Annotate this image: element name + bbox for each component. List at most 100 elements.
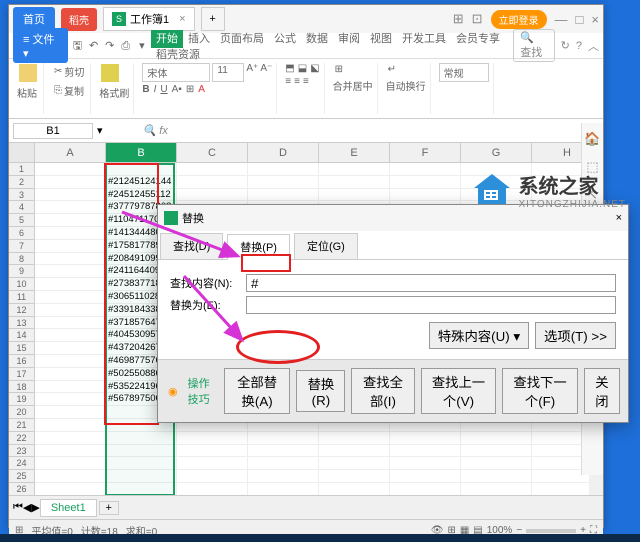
cell[interactable] bbox=[35, 419, 106, 432]
login-button[interactable]: 立即登录 bbox=[491, 10, 547, 29]
row-header[interactable]: 1 bbox=[9, 163, 35, 176]
cell[interactable] bbox=[35, 227, 106, 240]
cell[interactable]: #24512455112 bbox=[106, 189, 177, 202]
align-center-icon[interactable]: ≡ bbox=[294, 76, 300, 87]
cell[interactable] bbox=[390, 445, 461, 458]
cell[interactable] bbox=[177, 457, 248, 470]
menu-tab-4[interactable]: 数据 bbox=[301, 30, 333, 48]
cell[interactable] bbox=[319, 457, 390, 470]
format-painter-button[interactable] bbox=[99, 63, 129, 83]
side-cursor-icon[interactable]: ↖ bbox=[587, 187, 598, 203]
menu-file[interactable]: ≡ 文件 ▾ bbox=[13, 28, 68, 63]
cell[interactable] bbox=[461, 470, 532, 483]
cell[interactable] bbox=[461, 176, 532, 189]
sheet-nav-first-icon[interactable]: ⏮ bbox=[13, 501, 23, 514]
menu-tab-2[interactable]: 页面布局 bbox=[215, 30, 269, 48]
special-content-button[interactable]: 特殊内容(U) ▾ bbox=[429, 322, 529, 349]
cell[interactable] bbox=[248, 432, 319, 445]
align-bot-icon[interactable]: ⬕ bbox=[310, 63, 319, 74]
find-prev-button[interactable]: 查找上一个(V) bbox=[421, 368, 497, 414]
menu-tab-3[interactable]: 公式 bbox=[269, 30, 301, 48]
cell[interactable] bbox=[319, 445, 390, 458]
menu-tab-5[interactable]: 审阅 bbox=[333, 30, 365, 48]
cell[interactable] bbox=[248, 176, 319, 189]
row-header[interactable]: 19 bbox=[9, 393, 35, 406]
cell[interactable] bbox=[177, 189, 248, 202]
cell[interactable] bbox=[35, 317, 106, 330]
number-format-select[interactable]: 常规 bbox=[439, 63, 489, 82]
decrease-font-icon[interactable]: A⁻ bbox=[260, 63, 272, 82]
cell[interactable] bbox=[461, 457, 532, 470]
grid-icon[interactable]: ⊞ bbox=[453, 11, 464, 27]
cell[interactable] bbox=[461, 445, 532, 458]
row-header[interactable]: 8 bbox=[9, 253, 35, 266]
merge-button[interactable]: ⊞ bbox=[333, 63, 373, 76]
cell[interactable] bbox=[177, 483, 248, 495]
cell[interactable] bbox=[319, 470, 390, 483]
cell[interactable] bbox=[390, 483, 461, 495]
paste-button[interactable] bbox=[17, 63, 39, 83]
menu-tab-1[interactable]: 插入 bbox=[183, 30, 215, 48]
name-box[interactable]: B1 bbox=[13, 123, 93, 139]
cell[interactable] bbox=[319, 163, 390, 176]
cell[interactable] bbox=[390, 457, 461, 470]
more-icon[interactable]: ▾ bbox=[135, 38, 149, 54]
bold-icon[interactable]: B bbox=[142, 84, 149, 95]
cell[interactable] bbox=[106, 445, 177, 458]
row-header[interactable]: 18 bbox=[9, 381, 35, 394]
cell[interactable] bbox=[35, 291, 106, 304]
cut-button[interactable]: ✂ 剪切 bbox=[52, 63, 86, 80]
cell[interactable] bbox=[35, 189, 106, 202]
cell[interactable] bbox=[35, 163, 106, 176]
cell[interactable] bbox=[319, 432, 390, 445]
col-header-E[interactable]: E bbox=[319, 143, 390, 162]
menu-tab-0[interactable]: 开始 bbox=[151, 30, 183, 48]
tab-document[interactable]: S工作簿1× bbox=[103, 7, 195, 31]
save-icon[interactable]: 🖫 bbox=[70, 38, 84, 54]
cell[interactable] bbox=[390, 189, 461, 202]
menu-tab-9[interactable]: 稻壳资源 bbox=[151, 46, 205, 64]
cell[interactable] bbox=[106, 432, 177, 445]
col-header-G[interactable]: G bbox=[461, 143, 532, 162]
notify-icon[interactable]: ⊡ bbox=[472, 11, 483, 27]
cell[interactable] bbox=[35, 176, 106, 189]
align-right-icon[interactable]: ≡ bbox=[303, 76, 309, 87]
cell[interactable] bbox=[35, 432, 106, 445]
select-all-corner[interactable] bbox=[9, 143, 35, 162]
cell[interactable] bbox=[35, 355, 106, 368]
fx-icon[interactable]: 🔍 fx bbox=[143, 124, 168, 137]
menu-tab-8[interactable]: 会员专享 bbox=[451, 30, 505, 48]
cell[interactable] bbox=[35, 393, 106, 406]
cell[interactable] bbox=[319, 189, 390, 202]
cell[interactable] bbox=[177, 163, 248, 176]
cell[interactable] bbox=[390, 163, 461, 176]
row-header[interactable]: 12 bbox=[9, 304, 35, 317]
cell[interactable]: #21245124144 bbox=[106, 176, 177, 189]
row-header[interactable]: 2 bbox=[9, 176, 35, 189]
sheet-tab-1[interactable]: Sheet1 bbox=[40, 499, 97, 517]
row-header[interactable]: 14 bbox=[9, 329, 35, 342]
namebox-dropdown-icon[interactable]: ▾ bbox=[97, 124, 103, 137]
cell[interactable] bbox=[35, 214, 106, 227]
cell[interactable] bbox=[35, 329, 106, 342]
undo-icon[interactable]: ↶ bbox=[87, 38, 101, 54]
search-button[interactable]: 🔍 查找 bbox=[513, 29, 554, 62]
row-header[interactable]: 11 bbox=[9, 291, 35, 304]
sheet-nav-next-icon[interactable]: ▶ bbox=[31, 501, 39, 514]
cell[interactable] bbox=[35, 265, 106, 278]
cell[interactable] bbox=[35, 278, 106, 291]
copy-button[interactable]: ⎘ 复制 bbox=[52, 82, 86, 99]
menu-tab-6[interactable]: 视图 bbox=[365, 30, 397, 48]
font-select[interactable]: 宋体 bbox=[142, 63, 210, 82]
cell[interactable] bbox=[248, 445, 319, 458]
align-mid-icon[interactable]: ⬓ bbox=[298, 63, 307, 74]
redo-icon[interactable]: ↷ bbox=[103, 38, 117, 54]
cell[interactable] bbox=[35, 457, 106, 470]
replace-all-button[interactable]: 全部替换(A) bbox=[224, 368, 291, 414]
row-header[interactable]: 24 bbox=[9, 457, 35, 470]
cell[interactable] bbox=[35, 406, 106, 419]
row-header[interactable]: 13 bbox=[9, 317, 35, 330]
cell[interactable] bbox=[461, 189, 532, 202]
cell[interactable] bbox=[390, 470, 461, 483]
cell[interactable] bbox=[461, 432, 532, 445]
